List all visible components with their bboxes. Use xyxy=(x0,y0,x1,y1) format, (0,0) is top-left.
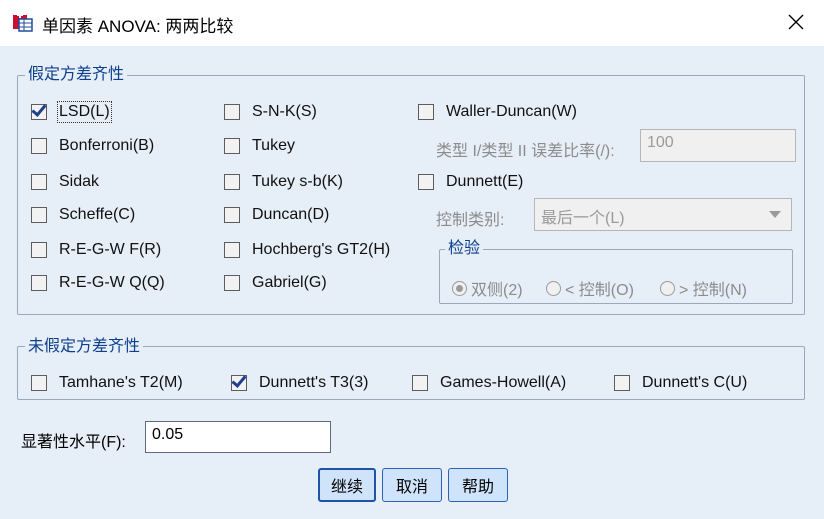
checkbox-checked-icon xyxy=(31,104,47,120)
checkbox-regwf[interactable]: R-E-G-W F(R) xyxy=(31,241,161,259)
checkbox-checked-icon xyxy=(231,375,247,391)
test-group-label: 检验 xyxy=(445,240,484,258)
radio-icon xyxy=(660,280,675,296)
checkbox-label: Waller-Duncan(W) xyxy=(446,103,577,120)
radio-two-sided[interactable]: 双侧(2) xyxy=(452,276,523,300)
radio-selected-icon xyxy=(452,280,467,296)
close-button[interactable] xyxy=(782,8,810,36)
checkbox-bonferroni[interactable]: Bonferroni(B) xyxy=(31,137,154,155)
checkbox-label: Duncan(D) xyxy=(252,206,330,223)
checkbox-icon xyxy=(31,207,47,223)
checkbox-tukey[interactable]: Tukey xyxy=(224,137,295,155)
checkbox-sidak[interactable]: Sidak xyxy=(31,173,99,191)
radio-icon xyxy=(546,280,561,296)
checkbox-label: Sidak xyxy=(59,173,100,190)
checkbox-label: R-E-G-W F(R) xyxy=(59,241,162,258)
checkbox-icon xyxy=(31,275,47,291)
radio-less-control[interactable]: < 控制(O) xyxy=(546,276,634,300)
checkbox-lsd[interactable]: LSD(L) xyxy=(31,101,112,123)
spss-app-icon xyxy=(13,12,33,32)
checkbox-gabriel[interactable]: Gabriel(G) xyxy=(224,274,327,292)
checkbox-icon xyxy=(412,375,428,391)
continue-button[interactable]: 继续 xyxy=(318,468,376,502)
control-category-label: 控制类别: xyxy=(436,212,505,229)
checkbox-label: Dunnett(E) xyxy=(446,173,524,190)
radio-label: > 控制(N) xyxy=(679,282,748,299)
error-ratio-label: 类型 I/类型 II 误差比率(/): xyxy=(436,143,615,160)
checkbox-dunnett-c[interactable]: Dunnett's C(U) xyxy=(614,374,747,392)
radio-label: 双侧(2) xyxy=(471,282,523,299)
checkbox-icon xyxy=(31,242,47,258)
close-icon xyxy=(788,14,804,30)
checkbox-icon xyxy=(418,104,434,120)
checkbox-label: Games-Howell(A) xyxy=(440,374,567,391)
control-category-select[interactable]: 最后一个(L) xyxy=(534,198,792,231)
checkbox-icon xyxy=(224,174,240,190)
checkbox-snk[interactable]: S-N-K(S) xyxy=(224,103,317,121)
checkbox-tukey-sb[interactable]: Tukey s-b(K) xyxy=(224,173,343,191)
checkbox-label: S-N-K(S) xyxy=(252,103,317,120)
checkbox-label: Scheffe(C) xyxy=(59,206,136,223)
checkbox-regwq[interactable]: R-E-G-W Q(Q) xyxy=(31,274,165,292)
chevron-down-icon xyxy=(769,211,781,218)
checkbox-label: LSD(L) xyxy=(57,101,112,123)
checkbox-label: Tamhane's T2(M) xyxy=(59,374,183,391)
checkbox-icon xyxy=(31,375,47,391)
window-title: 单因素 ANOVA: 两两比较 xyxy=(42,17,234,36)
checkbox-icon xyxy=(224,242,240,258)
significance-label: 显著性水平(F): xyxy=(21,434,126,451)
checkbox-label: Dunnett's C(U) xyxy=(642,374,748,391)
checkbox-waller-duncan[interactable]: Waller-Duncan(W) xyxy=(418,103,577,121)
radio-label: < 控制(O) xyxy=(565,282,634,299)
checkbox-icon xyxy=(31,174,47,190)
checkbox-label: Dunnett's T3(3) xyxy=(259,374,369,391)
checkbox-tamhane[interactable]: Tamhane's T2(M) xyxy=(31,374,183,392)
checkbox-icon xyxy=(224,104,240,120)
checkbox-icon xyxy=(418,174,434,190)
checkbox-games-howell[interactable]: Games-Howell(A) xyxy=(412,374,566,392)
help-button[interactable]: 帮助 xyxy=(448,468,508,502)
equal-variances-label: 假定方差齐性 xyxy=(25,66,128,84)
unequal-variances-label: 未假定方差齐性 xyxy=(25,338,144,356)
checkbox-label: Tukey xyxy=(252,137,295,154)
radio-greater-control[interactable]: > 控制(N) xyxy=(660,276,747,300)
checkbox-label: R-E-G-W Q(Q) xyxy=(59,274,165,291)
checkbox-label: Bonferroni(B) xyxy=(59,137,155,154)
checkbox-icon xyxy=(224,207,240,223)
checkbox-label: Tukey s-b(K) xyxy=(252,173,343,190)
error-ratio-field[interactable]: 100 xyxy=(640,129,796,162)
checkbox-label: Hochberg's GT2(H) xyxy=(252,241,391,258)
checkbox-dunnett[interactable]: Dunnett(E) xyxy=(418,173,523,191)
cancel-button[interactable]: 取消 xyxy=(382,468,442,502)
checkbox-duncan[interactable]: Duncan(D) xyxy=(224,206,329,224)
checkbox-label: Gabriel(G) xyxy=(252,274,327,291)
checkbox-icon xyxy=(224,275,240,291)
checkbox-icon xyxy=(614,375,630,391)
checkbox-icon xyxy=(31,138,47,154)
checkbox-icon xyxy=(224,138,240,154)
checkbox-hochberg[interactable]: Hochberg's GT2(H) xyxy=(224,241,390,259)
title-bar: 单因素 ANOVA: 两两比较 xyxy=(0,0,824,46)
checkbox-dunnett-t3[interactable]: Dunnett's T3(3) xyxy=(231,374,368,392)
significance-input[interactable]: 0.05 xyxy=(145,421,331,453)
checkbox-scheffe[interactable]: Scheffe(C) xyxy=(31,206,135,224)
control-category-value: 最后一个(L) xyxy=(541,210,625,227)
